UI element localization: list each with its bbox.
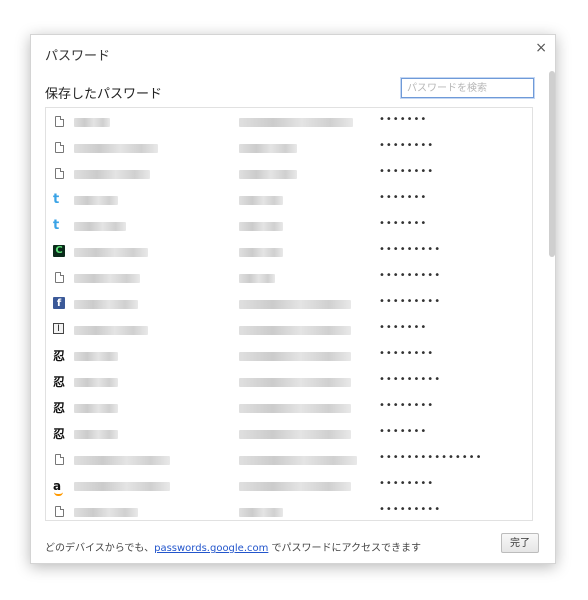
username-redacted — [239, 404, 351, 413]
site-name-redacted — [74, 508, 138, 517]
password-masked: •••••••• — [379, 140, 435, 151]
password-row[interactable]: C ••••••••• — [46, 240, 532, 266]
password-row[interactable]: •••••••• — [46, 162, 532, 188]
site-name-redacted — [74, 300, 138, 309]
username-redacted — [239, 352, 351, 361]
kanji-icon: 忍 — [53, 375, 66, 389]
site-name-redacted — [74, 378, 118, 387]
username-redacted — [239, 118, 353, 127]
kanji-icon: 忍 — [53, 349, 66, 363]
twitter-icon: t — [53, 218, 60, 233]
site-name-redacted — [74, 274, 140, 283]
password-row[interactable]: 忍 ••••••••• — [46, 370, 532, 396]
password-masked: ••••••• — [379, 426, 428, 437]
password-masked: ••••••• — [379, 114, 428, 125]
password-row[interactable]: f ••••••••• — [46, 292, 532, 318]
username-redacted — [239, 378, 351, 387]
file-icon — [53, 115, 67, 129]
password-masked: ••••••••• — [379, 504, 442, 515]
i-icon: I — [53, 323, 64, 334]
site-name-redacted — [74, 222, 126, 231]
password-row[interactable]: t ••••••• — [46, 214, 532, 240]
password-masked: ••••••••• — [379, 244, 442, 255]
site-name-redacted — [74, 430, 118, 439]
password-masked: •••••••• — [379, 348, 435, 359]
twitter-icon: t — [53, 192, 60, 207]
password-row[interactable]: 忍 ••••••• — [46, 422, 532, 448]
site-name-redacted — [74, 118, 110, 127]
site-name-redacted — [74, 170, 150, 179]
site-name-redacted — [74, 326, 148, 335]
amazon-icon: a — [53, 479, 67, 496]
password-row[interactable]: •••••••• — [46, 136, 532, 162]
password-masked: ••••••••••••••• — [379, 452, 483, 463]
password-row[interactable]: 忍 •••••••• — [46, 344, 532, 370]
close-icon[interactable]: × — [535, 40, 547, 56]
c-icon: C — [53, 245, 65, 257]
site-name-redacted — [74, 196, 118, 205]
kanji-icon: 忍 — [53, 427, 66, 441]
kanji-icon: 忍 — [53, 401, 66, 415]
footer-prefix: どのデバイスからでも、 — [45, 543, 155, 554]
username-redacted — [239, 430, 351, 439]
username-redacted — [239, 196, 283, 205]
site-name-redacted — [74, 482, 170, 491]
username-redacted — [239, 456, 357, 465]
facebook-icon: f — [53, 297, 65, 309]
file-icon — [53, 505, 67, 519]
scrollbar[interactable] — [549, 71, 555, 257]
dialog-title: パスワード — [45, 49, 111, 64]
password-row[interactable]: ••••••••••••••• — [46, 448, 532, 474]
site-name-redacted — [74, 352, 118, 361]
file-icon — [53, 453, 67, 467]
search-input[interactable] — [401, 78, 534, 98]
password-masked: ••••••• — [379, 192, 428, 203]
passwords-link[interactable]: passwords.google.com — [154, 543, 268, 554]
site-name-redacted — [74, 404, 118, 413]
password-masked: ••••••• — [379, 322, 428, 333]
password-masked: ••••••• — [379, 218, 428, 229]
section-title: 保存したパスワード — [45, 87, 163, 102]
file-icon — [53, 141, 67, 155]
password-masked: •••••••• — [379, 478, 435, 489]
password-row[interactable]: t ••••••• — [46, 188, 532, 214]
username-redacted — [239, 170, 297, 179]
username-redacted — [239, 274, 275, 283]
password-row[interactable]: ••••••• — [46, 110, 532, 136]
site-name-redacted — [74, 144, 158, 153]
site-name-redacted — [74, 248, 148, 257]
done-button[interactable]: 完了 — [501, 533, 539, 553]
username-redacted — [239, 144, 297, 153]
password-masked: ••••••••• — [379, 374, 442, 385]
password-list: ••••••• •••••••• •••••••• t ••••••• t ••••••• C… — [45, 107, 533, 521]
file-icon — [53, 167, 67, 181]
site-name-redacted — [74, 456, 170, 465]
password-masked: ••••••••• — [379, 270, 442, 281]
password-row[interactable]: a •••••••• — [46, 474, 532, 500]
password-masked: •••••••• — [379, 166, 435, 177]
footer-text: どのデバイスからでも、passwords.google.com でパスワードにア… — [45, 539, 421, 554]
password-masked: •••••••• — [379, 400, 435, 411]
password-row[interactable]: I ••••••• — [46, 318, 532, 344]
password-row[interactable]: ••••••••• — [46, 500, 532, 520]
password-row[interactable]: ••••••••• — [46, 266, 532, 292]
password-masked: ••••••••• — [379, 296, 442, 307]
password-row[interactable]: 忍 •••••••• — [46, 396, 532, 422]
file-icon — [53, 271, 67, 285]
username-redacted — [239, 482, 351, 491]
password-dialog: パスワード × 保存したパスワード ••••••••••••••••••••••… — [30, 34, 556, 564]
username-redacted — [239, 222, 283, 231]
username-redacted — [239, 248, 283, 257]
footer-suffix: でパスワードにアクセスできます — [268, 543, 422, 554]
username-redacted — [239, 508, 283, 517]
username-redacted — [239, 300, 351, 309]
username-redacted — [239, 326, 351, 335]
